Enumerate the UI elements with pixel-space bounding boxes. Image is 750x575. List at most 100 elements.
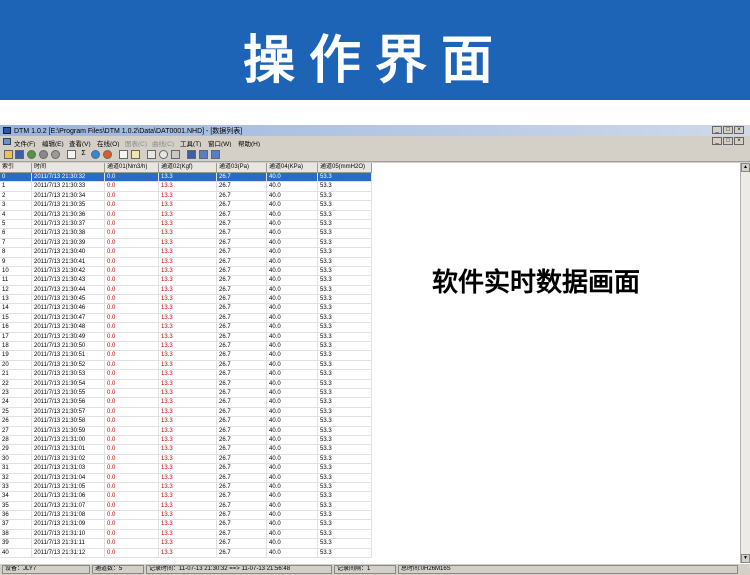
table-row[interactable]: 19 2011/7/13 21:30:51 0.0 13.3 26.7 40.0 53.3	[0, 351, 372, 361]
cell-ch02: 13.3	[159, 351, 217, 361]
table-row[interactable]: 0 2011/7/13 21:30:32 0.0 13.3 26.7 40.0 53.3	[0, 173, 372, 183]
table-row[interactable]: 20 2011/7/13 21:30:52 0.0 13.3 26.7 40.0 53.3	[0, 360, 372, 371]
table-row[interactable]: 30 2011/7/13 21:31:02 0.0 13.3 26.7 40.0 53.3	[0, 454, 372, 465]
stop-icon[interactable]	[39, 150, 48, 159]
cell-ch02: 13.3	[159, 473, 217, 483]
cell-ch01: 0.0	[105, 182, 159, 192]
column-header-time[interactable]: 时间	[32, 163, 105, 172]
table-row[interactable]: 3 2011/7/13 21:30:35 0.0 13.3 26.7 40.0 53.3	[0, 201, 372, 211]
cell-ch04: 40.0	[267, 445, 318, 455]
vertical-scrollbar[interactable]: ▲ ▼	[740, 163, 750, 563]
cell-index: 19	[0, 351, 32, 361]
window-title: DTM 1.0.2 [E:\Program Files\DTM 1.0.2\Da…	[14, 128, 243, 135]
cell-ch03: 26.7	[217, 191, 267, 201]
chart-icon[interactable]	[103, 150, 112, 159]
table-row[interactable]: 15 2011/7/13 21:30:47 0.0 13.3 26.7 40.0 53.3	[0, 313, 372, 324]
cell-ch05: 53.3	[318, 398, 372, 408]
sum-icon[interactable]: Σ	[79, 150, 88, 159]
cell-ch03: 26.7	[217, 548, 267, 558]
save-icon[interactable]	[15, 150, 24, 159]
cell-ch01: 0.0	[105, 473, 159, 483]
table-row[interactable]: 22 2011/7/13 21:30:54 0.0 13.3 26.7 40.0 53.3	[0, 379, 372, 389]
column-header-ch05[interactable]: 通道05(mmH2O)	[318, 163, 372, 172]
column-header-index[interactable]: 索引	[0, 163, 32, 172]
table-row[interactable]: 14 2011/7/13 21:30:46 0.0 13.3 26.7 40.0 53.3	[0, 304, 372, 314]
table-row[interactable]: 2 2011/7/13 21:30:34 0.0 13.3 26.7 40.0 53.3	[0, 191, 372, 202]
table-row[interactable]: 10 2011/7/13 21:30:42 0.0 13.3 26.7 40.0 53.3	[0, 266, 372, 277]
cell-ch05: 53.3	[318, 219, 372, 229]
cell-ch01: 0.0	[105, 511, 159, 521]
maximize-button[interactable]: □	[723, 126, 733, 134]
mdi-close-button[interactable]: ×	[734, 137, 744, 145]
table-row[interactable]: 16 2011/7/13 21:30:48 0.0 13.3 26.7 40.0 53.3	[0, 323, 372, 333]
mdi-maximize-button[interactable]: □	[723, 137, 733, 145]
table-row[interactable]: 6 2011/7/13 21:30:38 0.0 13.3 26.7 40.0 53.3	[0, 229, 372, 239]
table-row[interactable]: 11 2011/7/13 21:30:43 0.0 13.3 26.7 40.0 53.3	[0, 276, 372, 286]
cell-index: 36	[0, 511, 32, 521]
close-button[interactable]: ×	[734, 126, 744, 134]
table-row[interactable]: 18 2011/7/13 21:30:50 0.0 13.3 26.7 40.0 53.3	[0, 342, 372, 352]
table-row[interactable]: 29 2011/7/13 21:31:01 0.0 13.3 26.7 40.0 53.3	[0, 445, 372, 455]
table-row[interactable]: 39 2011/7/13 21:31:11 0.0 13.3 26.7 40.0 53.3	[0, 539, 372, 549]
document-icon	[3, 138, 11, 145]
table-row[interactable]: 24 2011/7/13 21:30:56 0.0 13.3 26.7 40.0 53.3	[0, 398, 372, 408]
table-row[interactable]: 37 2011/7/13 21:31:09 0.0 13.3 26.7 40.0 53.3	[0, 520, 372, 530]
cell-ch04: 40.0	[267, 370, 318, 380]
table-row[interactable]: 9 2011/7/13 21:30:41 0.0 13.3 26.7 40.0 53.3	[0, 257, 372, 267]
scroll-up-arrow-icon[interactable]: ▲	[741, 163, 750, 172]
column-header-ch03[interactable]: 通道03(Pa)	[217, 163, 267, 172]
tools-icon[interactable]	[171, 150, 180, 159]
cell-ch02: 13.3	[159, 379, 217, 389]
cell-ch02: 13.3	[159, 548, 217, 558]
table-row[interactable]: 27 2011/7/13 21:30:59 0.0 13.3 26.7 40.0 53.3	[0, 426, 372, 436]
table-row[interactable]: 7 2011/7/13 21:30:39 0.0 13.3 26.7 40.0 53.3	[0, 238, 372, 249]
zoom-icon[interactable]	[147, 150, 156, 159]
window-cascade-icon[interactable]	[187, 150, 196, 159]
scroll-down-arrow-icon[interactable]: ▼	[741, 554, 750, 563]
table-row[interactable]: 38 2011/7/13 21:31:10 0.0 13.3 26.7 40.0 53.3	[0, 529, 372, 540]
column-header-ch02[interactable]: 通道02(Kgf)	[159, 163, 217, 172]
cell-ch01: 0.0	[105, 454, 159, 464]
print-preview-icon[interactable]	[119, 150, 128, 159]
info-icon[interactable]	[91, 150, 100, 159]
column-header-ch04[interactable]: 通道04(KPa)	[267, 163, 318, 172]
cell-ch05: 53.3	[318, 417, 372, 427]
minimize-button[interactable]: _	[712, 126, 722, 134]
cell-index: 0	[0, 173, 32, 182]
cell-index: 26	[0, 417, 32, 427]
table-row[interactable]: 26 2011/7/13 21:30:58 0.0 13.3 26.7 40.0 53.3	[0, 417, 372, 427]
cell-ch01: 0.0	[105, 539, 159, 549]
pause-icon[interactable]	[51, 150, 60, 159]
table-row[interactable]: 28 2011/7/13 21:31:00 0.0 13.3 26.7 40.0 53.3	[0, 435, 372, 446]
table-row[interactable]: 1 2011/7/13 21:30:33 0.0 13.3 26.7 40.0 53.3	[0, 182, 372, 192]
table-row[interactable]: 36 2011/7/13 21:31:08 0.0 13.3 26.7 40.0 53.3	[0, 511, 372, 521]
column-header-ch01[interactable]: 通道01(Nm3/h)	[105, 163, 159, 172]
table-row[interactable]: 31 2011/7/13 21:31:03 0.0 13.3 26.7 40.0 53.3	[0, 464, 372, 474]
table-row[interactable]: 40 2011/7/13 21:31:12 0.0 13.3 26.7 40.0 53.3	[0, 548, 372, 559]
cell-ch01: 0.0	[105, 323, 159, 333]
cell-ch01: 0.0	[105, 248, 159, 258]
table-row[interactable]: 5 2011/7/13 21:30:37 0.0 13.3 26.7 40.0 53.3	[0, 219, 372, 230]
copy-icon[interactable]	[131, 150, 140, 159]
table-row[interactable]: 34 2011/7/13 21:31:06 0.0 13.3 26.7 40.0 53.3	[0, 492, 372, 502]
table-row[interactable]: 25 2011/7/13 21:30:57 0.0 13.3 26.7 40.0 53.3	[0, 407, 372, 418]
table-row[interactable]: 17 2011/7/13 21:30:49 0.0 13.3 26.7 40.0 53.3	[0, 332, 372, 343]
table-row[interactable]: 35 2011/7/13 21:31:07 0.0 13.3 26.7 40.0 53.3	[0, 501, 372, 512]
mdi-minimize-button[interactable]: _	[712, 137, 722, 145]
window-tile-icon[interactable]	[199, 150, 208, 159]
table-row[interactable]: 4 2011/7/13 21:30:36 0.0 13.3 26.7 40.0 53.3	[0, 210, 372, 220]
search-icon[interactable]	[159, 150, 168, 159]
table-row[interactable]: 8 2011/7/13 21:30:40 0.0 13.3 26.7 40.0 53.3	[0, 248, 372, 258]
table-row[interactable]: 32 2011/7/13 21:31:04 0.0 13.3 26.7 40.0 53.3	[0, 473, 372, 483]
cell-ch01: 0.0	[105, 435, 159, 445]
table-row[interactable]: 12 2011/7/13 21:30:44 0.0 13.3 26.7 40.0 53.3	[0, 285, 372, 296]
table-row[interactable]: 33 2011/7/13 21:31:05 0.0 13.3 26.7 40.0 53.3	[0, 482, 372, 493]
table-icon[interactable]	[67, 150, 76, 159]
open-icon[interactable]	[4, 150, 13, 159]
table-row[interactable]: 21 2011/7/13 21:30:53 0.0 13.3 26.7 40.0 53.3	[0, 370, 372, 380]
window-titlebar[interactable]: DTM 1.0.2 [E:\Program Files\DTM 1.0.2\Da…	[0, 125, 750, 136]
record-icon[interactable]	[27, 150, 36, 159]
table-row[interactable]: 13 2011/7/13 21:30:45 0.0 13.3 26.7 40.0 53.3	[0, 295, 372, 305]
window-split-icon[interactable]	[211, 150, 220, 159]
table-row[interactable]: 23 2011/7/13 21:30:55 0.0 13.3 26.7 40.0 53.3	[0, 388, 372, 399]
